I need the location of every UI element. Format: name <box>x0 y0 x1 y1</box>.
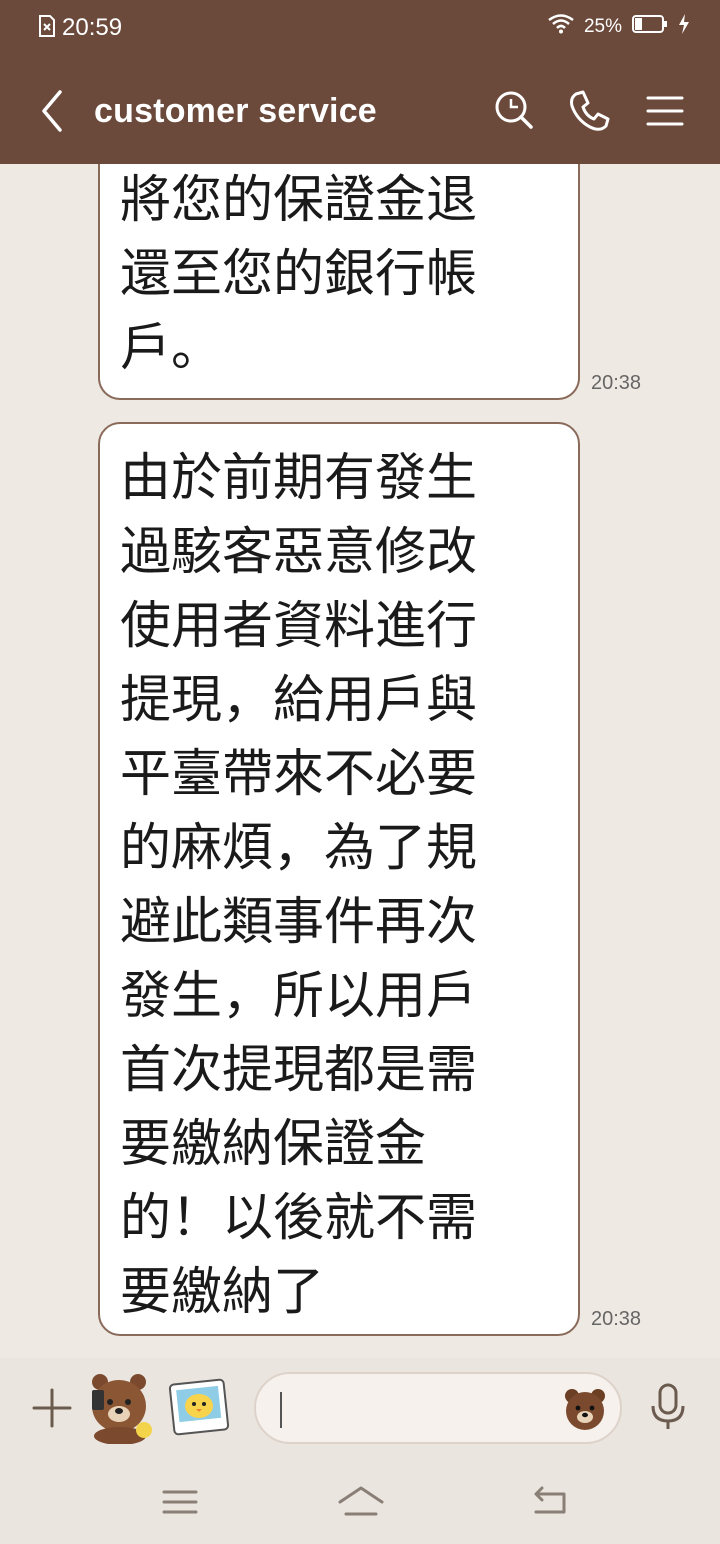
battery-icon <box>632 15 668 38</box>
status-left: 20:59 <box>38 14 122 42</box>
text-cursor <box>280 1392 282 1428</box>
message-input[interactable] <box>254 1372 622 1444</box>
message-bubble[interactable]: 由於前期有發生 過駭客惡意修改 使用者資料進行 提現，給用戶與 平臺帶來不必要 … <box>98 422 580 1336</box>
emoji-icon[interactable] <box>562 1386 608 1432</box>
chick-sticker-icon[interactable] <box>168 1376 230 1438</box>
wifi-icon <box>548 14 574 39</box>
back-arrow-icon[interactable] <box>30 86 76 136</box>
system-nav-bar <box>0 1458 720 1544</box>
chat-header: customer service <box>0 56 720 164</box>
message-time: 20:38 <box>591 372 642 394</box>
message-time: 20:38 <box>591 1308 642 1330</box>
message-bubble[interactable]: 將您的保證金退 還至您的銀行帳 戶。 <box>98 164 580 400</box>
battery-percent: 25% <box>583 15 622 37</box>
status-time: 20:59 <box>62 14 123 41</box>
status-right: 25% <box>548 14 690 39</box>
chat-area[interactable]: 將您的保證金退 還至您的銀行帳 戶。 20:38 由於前期有發生 過駭客惡意修改… <box>0 164 720 1358</box>
phone-icon[interactable] <box>564 86 614 136</box>
menu-icon[interactable] <box>158 1482 202 1522</box>
status-bar: 20:59 25% <box>0 0 720 56</box>
plus-icon[interactable] <box>30 1386 74 1430</box>
menu-icon[interactable] <box>640 86 690 136</box>
bear-sticker-icon[interactable] <box>86 1370 154 1445</box>
back-icon[interactable] <box>528 1482 572 1522</box>
chat-title: customer service <box>94 92 377 130</box>
input-bar <box>0 1358 720 1458</box>
charging-icon <box>678 14 690 39</box>
microphone-icon[interactable] <box>648 1382 688 1432</box>
search-icon[interactable] <box>490 86 540 136</box>
home-icon[interactable] <box>336 1482 386 1522</box>
no-sim-icon <box>38 14 56 42</box>
